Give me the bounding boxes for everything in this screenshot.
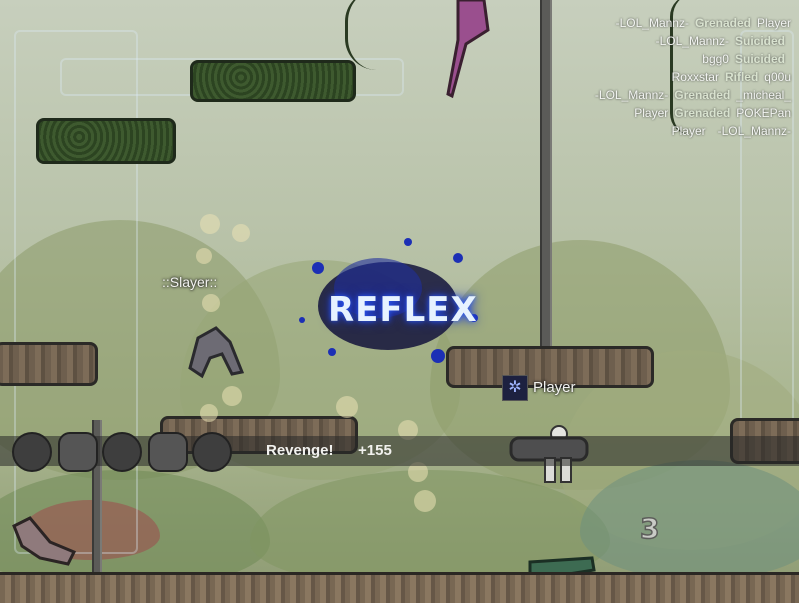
kill-feed-weapon: Suicided [734,34,785,48]
medal-slot-icon [12,432,52,472]
player-rank-icon: ✲ [502,375,528,401]
bonus-points: +155 [358,442,392,459]
kill-feed-killer: -LOL_Mannz- [615,16,689,30]
kill-feed-victim: _micheal_ [736,88,791,102]
smoke-bubble [196,248,212,264]
kill-feed-victim: Player [756,16,791,30]
smoke-bubble [336,396,358,418]
enemy-character [188,326,245,379]
kill-feed-row: Player Grenaded POKEPan [531,104,791,122]
kill-feed-victim: POKEPan [736,106,791,120]
dropped-weapon [12,516,77,566]
kill-feed-killer: Player [671,124,706,138]
kill-feed-row: Player -LOL_Mannz- [531,122,791,140]
kill-feed: -LOL_Mannz- Grenaded Player -LOL_Mannz- Sui… [531,14,791,140]
player-name-label: Player [533,379,576,396]
reflex-text: REFLEX [328,290,478,330]
smoke-bubble [414,490,436,512]
game-scene: ::Slayer:: ✲ Player REFLEX -LOL_Mannz- G… [0,0,799,603]
kill-feed-weapon: Suicided [734,52,785,66]
smoke-bubble [200,214,220,234]
vine [345,0,408,70]
hedge-platform [36,118,176,164]
stone-platform [0,342,98,386]
kill-feed-weapon: Grenaded [674,88,731,102]
kill-feed-killer: Roxxstar [671,70,719,84]
medal-gear-icon [192,432,232,472]
kill-feed-killer: bgg0 [702,52,729,66]
medal-spiky-icon [58,432,98,472]
kill-feed-weapon: Grenaded [674,106,731,120]
smoke-bubble [202,294,220,312]
kill-feed-row: bgg0 Suicided [531,50,791,68]
kill-feed-weapon: Rifled [724,70,759,84]
smoke-bubble [222,386,242,406]
medal-slot-icon [102,432,142,472]
revenge-label: Revenge! [266,442,334,459]
enemy-name-label: ::Slayer:: [162,274,218,290]
kill-feed-row: -LOL_Mannz- Grenaded Player [531,14,791,32]
ground-platform [0,572,799,603]
kill-feed-killer: -LOL_Mannz- [594,88,669,102]
hud-frame-left [14,30,138,554]
respawn-counter: 3 [639,511,660,546]
kill-feed-killer: -LOL_Mannz- [655,34,729,48]
kill-feed-row: -LOL_Mannz- Grenaded _micheal_ [531,86,791,104]
kill-feed-row: Roxxstar Rifled q00u [531,68,791,86]
hedge-platform [190,60,356,102]
kill-feed-victim: -LOL_Mannz- [717,124,791,138]
kill-feed-killer: Player [634,106,669,120]
kill-feed-victim: q00u [764,70,791,84]
smoke-bubble [200,404,218,422]
smoke-bubble [232,224,250,242]
reflex-splash: REFLEX [288,228,488,378]
dropped-weapon [446,0,490,99]
kill-feed-row: -LOL_Mannz- Suicided [531,32,791,50]
medal-spiky-icon [148,432,188,472]
kill-feed-weapon: Grenaded [694,16,751,30]
